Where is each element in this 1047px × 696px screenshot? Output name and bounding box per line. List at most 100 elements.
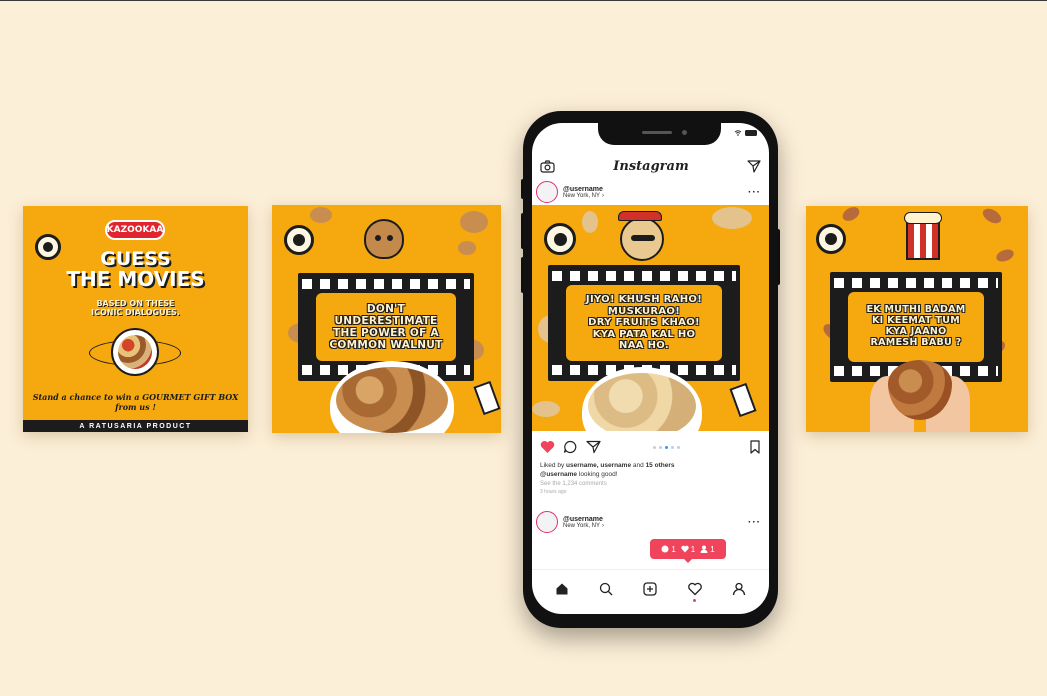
comment-count-value: 1 <box>671 544 676 554</box>
second-post-header: @username New York, NY › ··· <box>536 509 761 535</box>
card-subtitle: BASED ON THESE ICONIC DIALOGUES. <box>23 299 248 317</box>
post-username[interactable]: @username <box>563 516 748 523</box>
post-location[interactable]: New York, NY <box>563 523 600 529</box>
bottom-nav <box>532 569 769 607</box>
like-count-value: 1 <box>690 544 696 554</box>
card-title: GUESS THE MOVIES <box>23 249 248 290</box>
post-location[interactable]: New York, NY <box>563 193 600 199</box>
comment-icon[interactable] <box>563 440 578 454</box>
view-comments-link[interactable]: See the 1,234 comments <box>540 480 761 489</box>
liked-by-names[interactable]: username, username <box>566 462 631 469</box>
slogan-line-2: UNDERESTIMATE <box>334 314 438 327</box>
liked-by-prefix: Liked by <box>540 462 565 469</box>
chevron-right-icon: › <box>602 192 605 199</box>
post-meta: Liked by username, username and 15 other… <box>540 461 761 496</box>
hands-holding-almond-heart <box>870 356 970 432</box>
film-reel-icon <box>544 223 576 255</box>
avatar[interactable] <box>536 181 558 203</box>
slogan-line-3: DRY FRUITS KHAO! <box>588 317 700 329</box>
brand-name: KAZOOKAA <box>106 225 164 235</box>
subtitle-line-2: ICONIC DIALOGUES. <box>91 308 180 318</box>
wifi-icon <box>734 130 742 136</box>
cashew-icon <box>712 207 752 229</box>
post-card-badam: EK MUTHI BADAM KI KEEMAT TUM KYA JAANO R… <box>806 206 1028 432</box>
tagline-line-2: from us ! <box>115 402 156 413</box>
walnut-icon <box>460 211 488 233</box>
post-username[interactable]: @username <box>563 186 748 193</box>
battery-icon <box>745 130 757 136</box>
post-time: 3 hours ago <box>540 488 567 495</box>
almond-icon <box>994 247 1016 264</box>
card-tagline: Stand a chance to win a GOURMET GIFT BOX… <box>23 392 248 413</box>
heart-icon[interactable] <box>540 440 555 454</box>
like-count: 1 <box>681 545 695 554</box>
instagram-header: Instagram <box>532 153 769 179</box>
popcorn-mascot-icon <box>904 212 942 260</box>
post-image: JIYO! KHUSH RAHO! MUSKURAO! DRY FRUITS K… <box>532 205 769 431</box>
status-bar-icons <box>734 130 757 136</box>
add-post-icon[interactable] <box>643 581 658 596</box>
activity-notification-bubble[interactable]: 1 1 1 <box>650 539 726 563</box>
more-icon[interactable]: ··· <box>748 517 761 528</box>
popcorn-cup-icon <box>473 380 501 416</box>
tagline-line-1: Stand a chance to win a GOURMET GIFT BOX <box>32 392 239 402</box>
activity-icon[interactable] <box>687 582 702 596</box>
follow-count-value: 1 <box>710 544 715 554</box>
caption-text: looking good! <box>578 471 618 479</box>
share-icon[interactable] <box>586 440 601 454</box>
heart-icon <box>681 545 689 553</box>
avatar[interactable] <box>536 511 558 533</box>
home-icon[interactable] <box>555 582 569 596</box>
cashew-icon <box>532 401 560 417</box>
follow-count: 1 <box>700 544 715 554</box>
subtitle-line-1: BASED ON THESE <box>96 299 175 308</box>
search-icon[interactable] <box>599 582 613 596</box>
instagram-screen: Instagram @username New York, NY › ··· J… <box>532 123 769 614</box>
walnut-icon <box>310 207 332 223</box>
almond-icon <box>980 206 1004 227</box>
camera-icon[interactable] <box>540 159 555 173</box>
brand-logo: KAZOOKAA <box>105 220 165 240</box>
phone-notch <box>598 123 721 145</box>
carousel-dots <box>601 445 749 449</box>
activity-dot <box>693 598 697 602</box>
post-card-guess-the-movies: KAZOOKAA GUESS THE MOVIES BASED ON THESE… <box>23 206 248 432</box>
popcorn-cup-icon <box>729 382 757 418</box>
slogan-line-1: DON'T <box>366 302 406 315</box>
bookmark-icon[interactable] <box>749 440 761 454</box>
slogan-line-4: RAMESH BABU ? <box>870 336 962 348</box>
slogan-line-4: KYA PATA KAL HO <box>592 328 696 340</box>
chevron-right-icon: › <box>602 522 605 529</box>
film-strip-frame: JIYO! KHUSH RAHO! MUSKURAO! DRY FRUITS K… <box>548 265 740 381</box>
direct-message-icon[interactable] <box>747 159 761 173</box>
profile-icon[interactable] <box>732 582 746 596</box>
phone-mockup: Instagram @username New York, NY › ··· J… <box>523 111 778 628</box>
slogan-line-3: THE POWER OF A <box>333 327 439 339</box>
user-icon <box>700 545 708 553</box>
slogan-line-5: NAA HO. <box>619 340 669 352</box>
post-card-walnut: DON'T UNDERESTIMATE THE POWER OF A COMMO… <box>272 205 501 433</box>
caption: @username looking good! <box>540 470 761 479</box>
almond-icon <box>840 206 862 224</box>
comment-icon <box>661 545 669 553</box>
comment-count: 1 <box>661 544 676 554</box>
liked-by-and: and <box>632 462 644 469</box>
cashew-icon <box>582 211 598 233</box>
post-header: @username New York, NY › ··· <box>536 179 761 205</box>
post-image-slogan: JIYO! KHUSH RAHO! MUSKURAO! DRY FRUITS K… <box>586 294 702 352</box>
badam-slogan: EK MUTHI BADAM KI KEEMAT TUM KYA JAANO R… <box>866 304 965 349</box>
walnut-slogan: DON'T UNDERESTIMATE THE POWER OF A COMMO… <box>329 303 442 351</box>
footer-text: A RATUSARIA PRODUCT <box>79 422 192 430</box>
walnut-icon <box>458 241 476 255</box>
app-title: Instagram <box>613 158 689 174</box>
liked-by-line: Liked by username, username and 15 other… <box>540 461 761 470</box>
caption-username[interactable]: @username <box>540 471 577 478</box>
slogan-line-1: JIYO! KHUSH RAHO! <box>585 294 703 306</box>
more-icon[interactable]: ··· <box>748 187 761 198</box>
card-footer: A RATUSARIA PRODUCT <box>23 420 248 432</box>
slogan-line-4: COMMON WALNUT <box>329 339 443 352</box>
cashew-mascot-icon <box>618 211 664 261</box>
post-actions <box>540 439 761 455</box>
liked-by-others[interactable]: 15 others <box>646 462 675 469</box>
film-reel-icon <box>816 224 846 254</box>
